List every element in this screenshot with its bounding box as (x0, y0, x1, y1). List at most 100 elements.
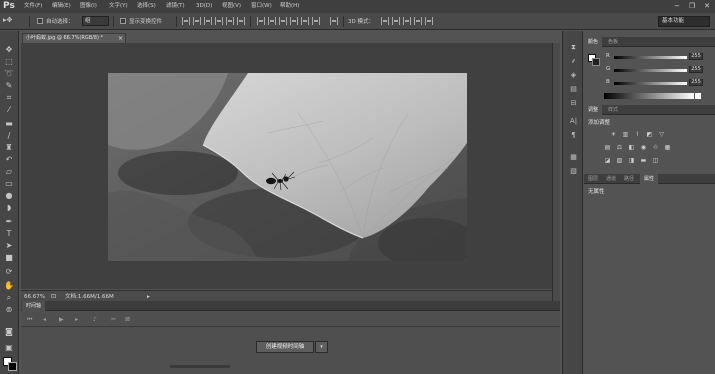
tab-color[interactable]: 颜色 (584, 37, 603, 47)
tab-properties[interactable]: 属性 (640, 174, 659, 184)
menu-edit[interactable]: 编辑(E) (52, 0, 71, 13)
history-icon[interactable]: ⧗ (568, 43, 579, 52)
clone-stamp-tool-icon[interactable]: ♜ (3, 143, 15, 153)
tool-presets-icon[interactable]: ▦ (568, 153, 579, 162)
healing-brush-tool-icon[interactable]: ▬ (3, 119, 15, 129)
vertical-scrollbar[interactable] (552, 43, 560, 302)
channel-g-value[interactable]: 255 (689, 66, 703, 73)
exposure-icon[interactable]: ◩ (646, 131, 653, 138)
channel-r-value[interactable]: 255 (689, 53, 703, 60)
rotate-view-tool-icon[interactable]: ⊚ (3, 305, 15, 315)
next-frame-icon[interactable]: ▸ (75, 315, 78, 325)
menu-window[interactable]: 窗口(W) (251, 0, 272, 13)
timeline-zoom-slider[interactable] (170, 365, 230, 368)
screen-mode-icon[interactable]: ▣ (3, 343, 15, 353)
3d-rotate-icon[interactable] (381, 17, 389, 25)
crop-tool-icon[interactable]: ⌗ (3, 93, 15, 103)
invert-icon[interactable]: ◪ (604, 157, 611, 164)
brush-tool-icon[interactable]: ∕ (3, 131, 15, 141)
brightness-contrast-icon[interactable]: ☀ (610, 131, 617, 138)
audio-icon[interactable]: ♪ (93, 315, 97, 325)
split-icon[interactable]: ✂ (111, 315, 116, 325)
layer-comps-icon[interactable]: ◈ (568, 71, 579, 80)
distribute-top-icon[interactable] (257, 17, 265, 25)
menu-help[interactable]: 帮助(H) (280, 0, 299, 13)
lasso-tool-icon[interactable]: ➰ (3, 69, 15, 79)
vibrance-icon[interactable]: ▽ (658, 131, 665, 138)
align-right-icon[interactable] (237, 17, 245, 25)
workspace-dropdown[interactable]: 基本功能 (658, 16, 710, 27)
menu-select[interactable]: 选择(S) (137, 0, 156, 13)
transition-icon[interactable]: ⊠ (125, 315, 130, 325)
distribute-left-icon[interactable] (290, 17, 298, 25)
3d-drag-icon[interactable] (403, 17, 411, 25)
quick-select-tool-icon[interactable]: ✎ (3, 81, 15, 91)
tab-swatches[interactable]: 色板 (604, 37, 622, 47)
document-image[interactable] (108, 73, 467, 261)
tab-adjustments[interactable]: 调整 (584, 105, 603, 115)
align-vcenter-icon[interactable] (193, 17, 201, 25)
align-bottom-icon[interactable] (204, 17, 212, 25)
background-color-swatch[interactable] (8, 362, 17, 371)
levels-icon[interactable]: ▥ (622, 131, 629, 138)
move-tool-icon[interactable]: ✥ (3, 45, 15, 55)
menu-file[interactable]: 文件(F) (24, 0, 42, 13)
eraser-tool-icon[interactable]: ▱ (3, 167, 15, 177)
menu-filter[interactable]: 滤镜(T) (166, 0, 185, 13)
menu-3d[interactable]: 3D(D) (196, 0, 212, 13)
menu-image[interactable]: 图像(I) (80, 0, 97, 13)
distribute-hcenter-icon[interactable] (301, 17, 309, 25)
tab-paths[interactable]: 路径 (620, 174, 638, 184)
color-background-swatch[interactable] (592, 58, 600, 66)
tab-styles[interactable]: 样式 (604, 105, 622, 115)
create-video-timeline-button[interactable]: 创建视频时间轴 (256, 341, 314, 353)
tab-timeline[interactable]: 时间轴 (22, 301, 46, 311)
gradient-tool-icon[interactable]: ▭ (3, 179, 15, 189)
posterize-icon[interactable]: ▧ (616, 157, 623, 164)
auto-select-checkbox[interactable] (37, 18, 43, 24)
tab-channels[interactable]: 通道 (602, 174, 620, 184)
dodge-tool-icon[interactable]: ◗ (3, 203, 15, 213)
channel-r-slider[interactable] (614, 56, 687, 59)
marquee-tool-icon[interactable]: ⬚ (3, 57, 15, 67)
navigator-icon[interactable]: ⊟ (568, 99, 579, 108)
curves-icon[interactable]: ⌇ (634, 131, 641, 138)
zoom-tool-icon[interactable]: ⌕ (3, 293, 15, 303)
channel-g-slider[interactable] (614, 69, 687, 72)
move-tool-icon[interactable]: ▸✥ (3, 16, 12, 24)
brush-preset-icon[interactable]: ⸙ (568, 57, 579, 66)
auto-select-dropdown[interactable]: 组 (82, 16, 109, 26)
color-lookup-icon[interactable]: ▦ (664, 144, 671, 151)
restore-button[interactable]: ❐ (685, 1, 699, 11)
history-brush-tool-icon[interactable]: ↶ (3, 155, 15, 165)
hand-tool-icon[interactable]: ✋ (3, 281, 15, 291)
color-ramp[interactable] (604, 93, 694, 99)
color-balance-icon[interactable]: ⚖ (616, 144, 623, 151)
channel-mixer-icon[interactable]: ♲ (652, 144, 659, 151)
photo-filter-icon[interactable]: ◉ (640, 144, 647, 151)
pen-tool-icon[interactable]: ✒ (3, 217, 15, 227)
paragraph-icon[interactable]: ¶ (568, 131, 579, 140)
tab-layers[interactable]: 图层 (584, 174, 602, 184)
align-left-icon[interactable] (215, 17, 223, 25)
close-document-icon[interactable]: × (118, 34, 123, 43)
color-ramp-white-swatch[interactable] (695, 93, 701, 99)
eyedropper-tool-icon[interactable]: ⁄ (3, 105, 15, 115)
distribute-right-icon[interactable] (312, 17, 320, 25)
first-frame-icon[interactable]: ⏮ (27, 315, 32, 325)
selective-color-icon[interactable]: ◫ (652, 157, 659, 164)
channel-b-slider[interactable] (614, 82, 687, 85)
close-window-button[interactable]: ✕ (700, 1, 714, 11)
chevron-down-icon[interactable]: ▾ (315, 341, 328, 353)
hue-saturation-icon[interactable]: ▤ (604, 144, 611, 151)
3d-tool-icon[interactable]: ⟳ (3, 267, 15, 277)
info-icon[interactable]: ▤ (568, 85, 579, 94)
3d-slide-icon[interactable] (414, 17, 422, 25)
document-tab[interactable]: 小叶蚂蚁.jpg @ 66.7%(RGB/8) * × (22, 33, 126, 43)
blur-tool-icon[interactable]: ● (3, 191, 15, 201)
quick-mask-icon[interactable]: ◙ (3, 327, 15, 337)
prev-frame-icon[interactable]: ◂ (43, 315, 46, 325)
minimize-button[interactable]: − (670, 1, 684, 11)
align-hcenter-icon[interactable] (226, 17, 234, 25)
menu-type[interactable]: 文字(Y) (109, 0, 128, 13)
